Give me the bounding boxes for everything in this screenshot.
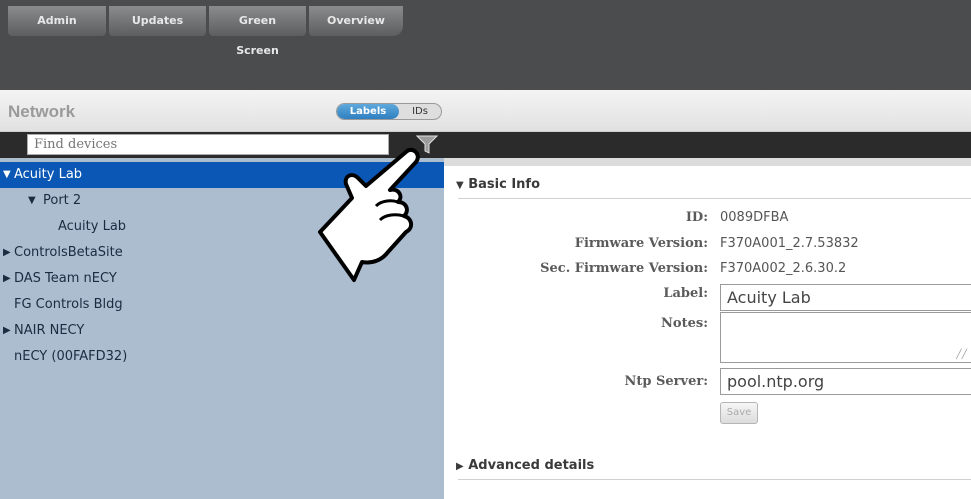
expand-arrow-icon[interactable]: ▼	[28, 188, 36, 214]
ids-toggle-button[interactable]: IDs	[399, 104, 441, 119]
id-value: 0089DFBA	[720, 210, 789, 225]
tree-item-label: Acuity Lab	[14, 167, 83, 182]
tree-item-label: Port 2	[43, 193, 82, 208]
expand-arrow-icon: ▶	[456, 461, 464, 472]
tree-item-label: nECY (00FAFD32)	[14, 349, 128, 364]
network-panel-header: Network Labels IDs	[0, 90, 444, 132]
save-button[interactable]: Save	[720, 402, 758, 424]
firmware-version-value: F370A001_2.7.53832	[720, 236, 859, 251]
search-bar	[0, 132, 444, 158]
tab-updates[interactable]: Updates	[109, 6, 206, 36]
tab-admin[interactable]: Admin	[8, 6, 106, 36]
tree-item-label: NAIR NECY	[14, 323, 85, 338]
section-title: Advanced details	[468, 458, 595, 473]
sec-firmware-version-label: Sec. Firmware Version:	[540, 261, 708, 276]
tree-item-label: ControlsBetaSite	[14, 245, 123, 260]
notes-label: Notes:	[661, 316, 708, 331]
top-tabs: Admin Updates Green Screen Overview	[8, 6, 406, 57]
ntp-server-input[interactable]: pool.ntp.org	[720, 368, 971, 395]
section-title: Basic Info	[468, 177, 541, 192]
detail-toolbar	[444, 132, 971, 158]
view-toggle: Labels IDs	[336, 103, 442, 120]
expand-arrow-icon[interactable]: ▶	[3, 318, 11, 344]
tree-item-necy-00fafd32[interactable]: nECY (00FAFD32)	[0, 344, 444, 370]
resize-handle-icon[interactable]: ╱╱	[956, 350, 967, 360]
tree-item-port-2[interactable]: ▼ Port 2	[0, 188, 444, 214]
tree-item-acuity-lab[interactable]: ▼ Acuity Lab	[0, 162, 444, 188]
notes-textarea[interactable]: ╱╱	[720, 312, 971, 363]
id-label: ID:	[685, 210, 708, 225]
funnel-icon[interactable]	[416, 135, 438, 155]
tree-item-nair-necy[interactable]: ▶ NAIR NECY	[0, 318, 444, 344]
expand-arrow-icon[interactable]: ▶	[3, 266, 11, 292]
expand-arrow-icon[interactable]: ▶	[3, 240, 11, 266]
firmware-version-label: Firmware Version:	[574, 236, 708, 251]
section-divider	[458, 479, 971, 480]
tree-item-acuity-lab-device[interactable]: Acuity Lab	[0, 214, 444, 240]
tree-item-label: DAS Team nECY	[14, 271, 117, 286]
device-tree: ▼ Acuity Lab ▼ Port 2 Acuity Lab ▶ Contr…	[0, 158, 444, 499]
section-divider	[458, 198, 971, 199]
tab-overview[interactable]: Overview	[309, 6, 403, 36]
basic-info-section-header[interactable]: ▼ Basic Info	[456, 177, 540, 192]
network-title: Network	[8, 102, 76, 121]
tree-item-label: Acuity Lab	[58, 219, 127, 234]
find-devices-input[interactable]	[27, 134, 389, 155]
detail-panel-header	[444, 90, 971, 132]
detail-divider	[444, 158, 971, 166]
top-toolbar: Admin Updates Green Screen Overview	[0, 0, 971, 90]
sec-firmware-version-value: F370A002_2.6.30.2	[720, 261, 847, 276]
ntp-server-label: Ntp Server:	[624, 374, 708, 389]
expand-arrow-icon[interactable]: ▼	[3, 162, 11, 188]
tree-item-fg-controls-bldg[interactable]: FG Controls Bldg	[0, 292, 444, 318]
tab-green-screen[interactable]: Green Screen	[209, 6, 306, 57]
tree-item-controlsbetasite[interactable]: ▶ ControlsBetaSite	[0, 240, 444, 266]
labels-toggle-button[interactable]: Labels	[337, 104, 399, 119]
advanced-details-section-header[interactable]: ▶ Advanced details	[456, 458, 594, 473]
collapse-arrow-icon: ▼	[456, 180, 464, 191]
device-detail-panel: ▼ Basic Info ID: 0089DFBA Firmware Versi…	[444, 166, 971, 499]
label-input[interactable]: Acuity Lab	[720, 284, 971, 311]
tree-item-label: FG Controls Bldg	[14, 297, 123, 312]
label-field-label: Label:	[663, 286, 708, 301]
tree-item-das-team-necy[interactable]: ▶ DAS Team nECY	[0, 266, 444, 292]
